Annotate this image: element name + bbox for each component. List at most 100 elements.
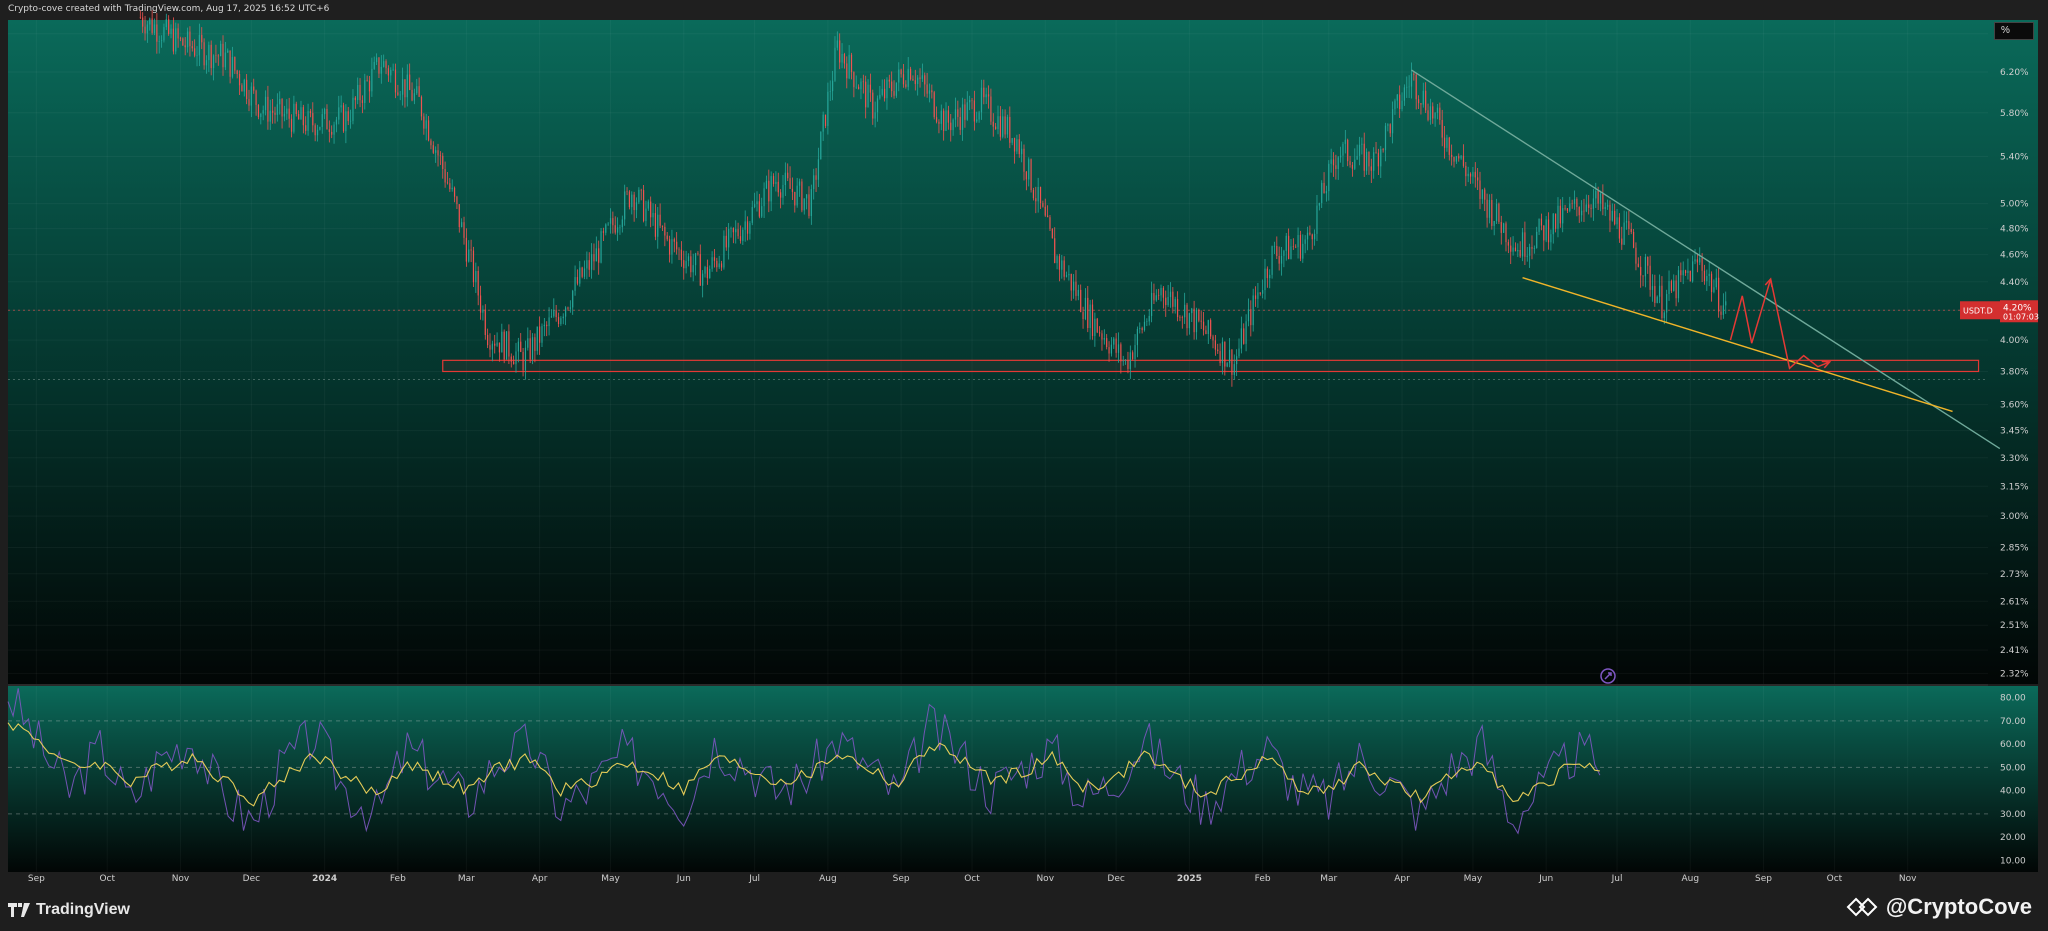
candle-body [1013, 138, 1016, 152]
candle-body [1262, 290, 1264, 294]
candle-body [609, 218, 612, 224]
candle-body [1420, 103, 1422, 105]
candle-body [1070, 273, 1072, 291]
candle-body [997, 116, 999, 130]
candle-body [1713, 287, 1715, 292]
candle-body [716, 260, 718, 268]
candle-body [1465, 165, 1467, 177]
candle-body [404, 79, 406, 98]
candle-body [543, 324, 545, 327]
candle-body [1238, 348, 1240, 357]
candle-body [1507, 242, 1509, 246]
candle-body [1403, 87, 1405, 101]
candle-body [1186, 304, 1188, 329]
candle-body [1715, 277, 1717, 288]
candle-body [770, 176, 772, 202]
x-tick-label: Mar [458, 874, 475, 884]
candle-body [390, 69, 392, 76]
candle-body [846, 63, 848, 79]
candle-body [1295, 246, 1297, 248]
candle-body [1205, 330, 1207, 335]
candle-body [1325, 191, 1328, 194]
candle-body [945, 110, 947, 131]
candle-body [806, 194, 808, 199]
candle-body [146, 24, 149, 34]
candle-body [1139, 328, 1141, 329]
x-tick-label: Oct [99, 874, 115, 884]
candle-body [1663, 312, 1665, 319]
candle-body [1101, 333, 1103, 340]
candle-body [791, 188, 794, 192]
tradingview-logo[interactable]: TradingView [8, 900, 130, 920]
candle-body [1288, 235, 1290, 259]
candle-body [546, 324, 548, 327]
candle-body [463, 222, 465, 238]
candle-body [569, 307, 571, 309]
candle-body [1098, 332, 1101, 334]
candle-body [1290, 246, 1292, 259]
y-tick-label: 4.60% [2000, 251, 2029, 261]
rsi-tick-label: 60.00 [2000, 740, 2026, 750]
y-tick-label: 2.41% [2000, 646, 2029, 656]
candle-body [692, 265, 694, 273]
candle-body [1243, 328, 1245, 344]
candle-body [1049, 217, 1051, 229]
candle-body [234, 57, 236, 71]
candle-body [1666, 294, 1668, 313]
candle-body [1647, 257, 1649, 266]
candle-body [1328, 163, 1330, 192]
candle-body [813, 175, 815, 190]
candle-body [928, 90, 931, 94]
candle-body [326, 108, 328, 130]
candle-body [553, 310, 555, 317]
chart-canvas[interactable]: 6.60%6.20%5.80%5.40%5.00%4.80%4.60%4.40%… [0, 0, 2048, 931]
candle-body [694, 253, 697, 266]
candle-body [153, 24, 156, 33]
candle-body [763, 188, 765, 207]
candle-body [954, 109, 957, 120]
candle-body [1595, 190, 1597, 199]
candle-body [456, 196, 458, 205]
y-tick-label: 3.00% [2000, 512, 2029, 522]
candle-body [891, 81, 893, 92]
candle-body [1380, 149, 1382, 167]
candle-body [1363, 143, 1365, 171]
candle-body [683, 260, 685, 269]
candle-body [338, 107, 340, 120]
candle-body [1550, 234, 1552, 243]
candle-body [765, 180, 768, 189]
candle-body [505, 331, 508, 360]
candle-body [1299, 235, 1302, 259]
candle-body [264, 96, 267, 111]
candle-body [1720, 311, 1722, 315]
candle-body [453, 187, 456, 197]
candle-body [1677, 270, 1680, 299]
candle-body [160, 40, 163, 42]
rsi-tick-label: 80.00 [2000, 694, 2026, 704]
percent-scale-button[interactable]: % [1994, 22, 2034, 40]
candle-body [347, 111, 349, 122]
candle-body [1387, 124, 1389, 126]
candle-body [205, 60, 208, 66]
candle-body [1110, 344, 1113, 354]
candle-body [541, 326, 543, 343]
candle-body [1531, 247, 1533, 249]
candle-body [364, 80, 366, 103]
candle-body [1273, 245, 1276, 247]
candle-body [515, 351, 517, 365]
y-tick-label: 5.80% [2000, 109, 2029, 119]
candle-body [1198, 309, 1200, 321]
candle-body [1259, 292, 1261, 294]
candle-body [1332, 159, 1335, 166]
candle-body [1460, 155, 1462, 159]
price-countdown: 01:07:03 [2003, 312, 2039, 321]
candle-body [1080, 289, 1082, 313]
symbol-label: USDT.D [1963, 306, 1993, 315]
candle-body [836, 40, 838, 48]
candle-body [1417, 99, 1420, 104]
candle-body [1224, 341, 1226, 367]
candle-body [1408, 86, 1410, 88]
candle-body [1323, 182, 1325, 194]
candle-body [392, 69, 394, 71]
candle-body [1347, 139, 1349, 162]
